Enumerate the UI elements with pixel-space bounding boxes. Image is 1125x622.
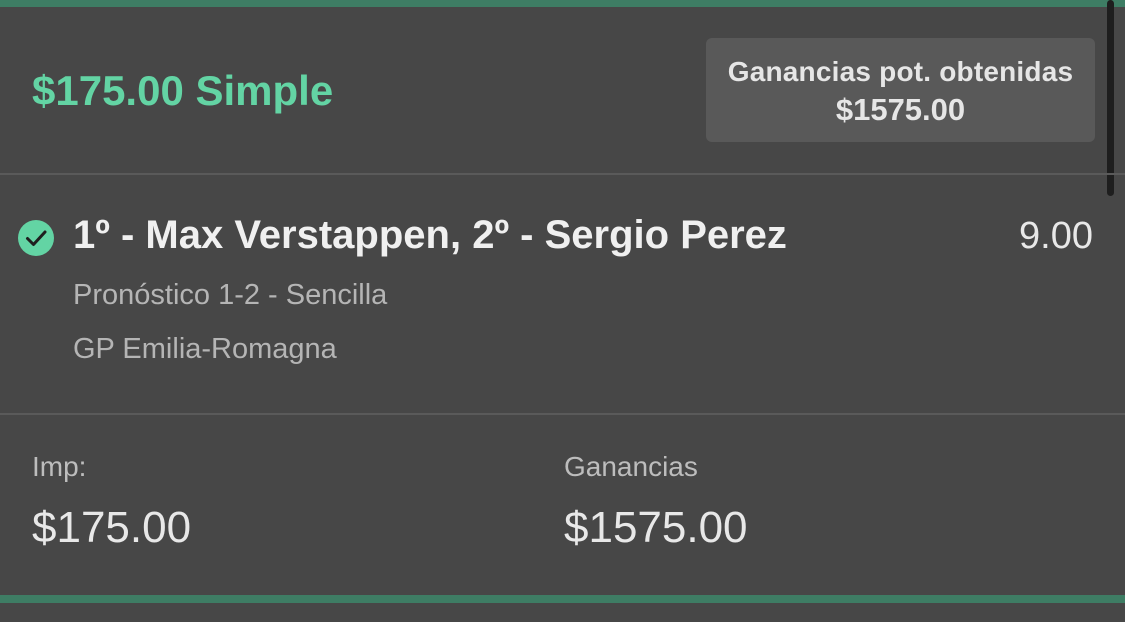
potential-winnings-value: $1575.00 bbox=[835, 92, 966, 127]
market-name: Pronóstico 1-2 - Sencilla bbox=[73, 279, 388, 311]
potential-winnings-label: Ganancias pot. obtenidas bbox=[727, 56, 1074, 87]
potential-winnings-box: Ganancias pot. obtenidas $1575.00 bbox=[706, 38, 1095, 142]
odds-value: 9.00 bbox=[1019, 215, 1093, 257]
bet-selection: 1º - Max Verstappen, 2º - Sergio Perez 9… bbox=[0, 175, 1125, 413]
winnings-label: Ganancias bbox=[564, 451, 698, 482]
check-circle-icon bbox=[18, 220, 54, 256]
winnings-value: $1575.00 bbox=[564, 503, 748, 552]
bet-footer: Imp: $175.00 Ganancias $1575.00 bbox=[0, 415, 1125, 595]
event-name: GP Emilia-Romagna bbox=[73, 333, 337, 365]
scrollbar[interactable] bbox=[1107, 0, 1114, 196]
selection-name: 1º - Max Verstappen, 2º - Sergio Perez bbox=[73, 213, 787, 257]
top-accent-border bbox=[0, 0, 1125, 7]
stake-label: Imp: bbox=[32, 451, 87, 482]
stake-value: $175.00 bbox=[32, 503, 192, 552]
bet-summary: $175.00 Simple bbox=[32, 67, 334, 114]
next-card-edge bbox=[0, 603, 1125, 622]
bet-header: $175.00 Simple Ganancias pot. obtenidas … bbox=[0, 7, 1125, 173]
bottom-accent-border bbox=[0, 595, 1125, 603]
